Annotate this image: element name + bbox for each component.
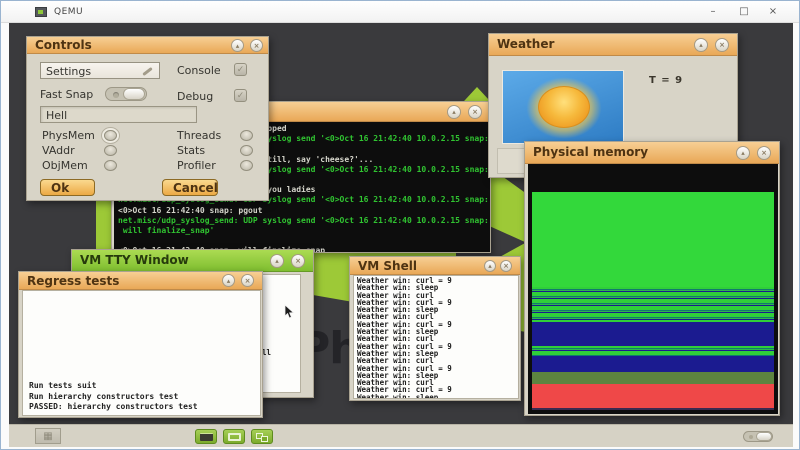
vm-shell-window: VM Shell ▴ × Weather win: curl = 9Weathe… xyxy=(349,256,521,401)
console-checkbox[interactable]: ✓ xyxy=(234,63,247,76)
console-label: Console xyxy=(177,64,221,77)
close-button[interactable]: × xyxy=(761,3,785,20)
close-icon[interactable]: × xyxy=(250,39,263,52)
terminal-line: will finalize_snap' xyxy=(118,226,486,236)
minimize-icon[interactable]: ▴ xyxy=(270,254,284,268)
taskbar-terminal-button[interactable] xyxy=(195,429,217,444)
text-input[interactable]: Hell xyxy=(40,106,197,123)
minimize-icon[interactable]: ▴ xyxy=(694,38,708,52)
profiler-label: Profiler xyxy=(177,159,216,172)
temperature-value: T = 9 xyxy=(649,75,683,86)
stats-label: Stats xyxy=(177,144,205,157)
physical-memory-content: View: threads state windows profile ? = … xyxy=(528,164,778,414)
apps-menu-button[interactable]: ▦ xyxy=(35,428,61,444)
terminal-line: <0>Oct 16 21:42:40 snap: pgout xyxy=(118,206,486,216)
objmem-radio[interactable] xyxy=(104,160,117,171)
controls-title: Controls xyxy=(35,38,92,52)
minimize-icon[interactable]: ▴ xyxy=(447,105,461,119)
taskbar-windows-button[interactable] xyxy=(251,429,273,444)
memory-band xyxy=(532,384,774,408)
fast-snap-toggle[interactable] xyxy=(105,87,147,101)
ok-button[interactable]: Ok xyxy=(40,179,95,196)
guest-desktop: Ph ▴ × <0>Oct 16 21:42:40 snap: vm stopp… xyxy=(9,23,793,447)
close-icon[interactable]: × xyxy=(241,274,254,287)
settings-dropdown-value: Settings xyxy=(46,65,91,78)
debug-checkbox[interactable]: ✓ xyxy=(234,89,247,102)
toggle-off-dot xyxy=(749,435,753,439)
terminal-line: net.misc/udp_syslog_send: UDP syslog sen… xyxy=(118,216,486,226)
profiler-radio[interactable] xyxy=(240,160,253,171)
vm-shell-titlebar[interactable]: VM Shell ▴ × xyxy=(350,257,520,275)
toggle-off-dot xyxy=(113,92,119,98)
vm-tty-titlebar[interactable]: VM TTY Window ▴ × xyxy=(72,250,313,272)
terminal-line: Run hierarchy constructors test xyxy=(29,392,198,402)
memory-band xyxy=(532,287,774,322)
taskbar: ▦ xyxy=(9,424,793,447)
memory-map xyxy=(532,192,774,410)
vm-tty-title: VM TTY Window xyxy=(80,253,189,267)
debug-label: Debug xyxy=(177,90,213,103)
physmem-label: PhysMem xyxy=(42,129,95,142)
memory-band xyxy=(532,372,774,384)
regress-title: Regress tests xyxy=(27,274,119,288)
threads-radio[interactable] xyxy=(240,130,253,141)
regress-titlebar[interactable]: Regress tests ▴ × xyxy=(19,272,262,290)
mouse-cursor xyxy=(284,304,295,320)
toggle-knob[interactable] xyxy=(756,432,772,441)
regress-content: Run tests suitRun hierarchy constructors… xyxy=(22,290,261,416)
minimize-icon[interactable]: ▴ xyxy=(484,260,496,272)
vm-shell-output: Weather win: curl = 9Weather win: sleepW… xyxy=(353,275,519,399)
terminal-icon xyxy=(200,433,213,441)
settings-dropdown[interactable]: Settings xyxy=(40,62,160,79)
weather-title: Weather xyxy=(497,37,554,51)
taskbar-window-button[interactable] xyxy=(223,429,245,444)
physmem-radio[interactable] xyxy=(104,130,117,141)
memory-band xyxy=(532,322,774,346)
minimize-icon[interactable]: ▴ xyxy=(736,146,750,160)
qemu-window: QEMU – □ × Ph ▴ × <0>Oct 16 21:42:40 sna… xyxy=(0,0,800,450)
qemu-app-icon xyxy=(35,7,47,17)
wrench-icon xyxy=(142,67,153,76)
weather-sun-panel xyxy=(502,70,624,144)
vaddr-radio[interactable] xyxy=(104,145,117,156)
close-icon[interactable]: × xyxy=(500,260,512,272)
minimize-icon[interactable]: ▴ xyxy=(231,39,244,52)
regress-tests-window: Regress tests ▴ × Run tests suitRun hier… xyxy=(18,271,263,418)
minimize-button[interactable]: – xyxy=(701,3,725,20)
objmem-label: ObjMem xyxy=(42,159,88,172)
close-icon[interactable]: × xyxy=(468,105,482,119)
minimize-icon[interactable]: ▴ xyxy=(222,274,235,287)
threads-label: Threads xyxy=(177,129,221,142)
controls-window: Controls ▴ × Settings Console ✓ Fast Sna… xyxy=(26,36,269,201)
controls-titlebar[interactable]: Controls ▴ × xyxy=(27,37,268,54)
qemu-titlebar[interactable]: QEMU – □ × xyxy=(1,1,799,23)
close-icon[interactable]: × xyxy=(757,146,771,160)
terminal-line: Weather win: sleep xyxy=(357,394,515,399)
terminal-line xyxy=(118,236,486,246)
qemu-window-title: QEMU xyxy=(54,7,83,17)
toggle-knob[interactable] xyxy=(123,88,145,100)
close-icon[interactable]: × xyxy=(715,38,729,52)
physical-memory-window: Physical memory ▴ × View: threads state … xyxy=(524,141,780,416)
memory-band xyxy=(532,346,774,356)
memory-band xyxy=(532,192,774,287)
maximize-button[interactable]: □ xyxy=(732,3,756,20)
close-icon[interactable]: × xyxy=(291,254,305,268)
physical-memory-title: Physical memory xyxy=(533,145,648,159)
window-icon xyxy=(228,433,241,441)
terminal-line: Run tests suit xyxy=(29,381,198,391)
vaddr-label: VAddr xyxy=(42,144,75,157)
stats-radio[interactable] xyxy=(240,145,253,156)
weather-titlebar[interactable]: Weather ▴ × xyxy=(489,34,737,56)
taskbar-toggle[interactable] xyxy=(743,431,773,442)
sun-icon xyxy=(538,86,590,128)
memory-band xyxy=(532,356,774,372)
memory-band xyxy=(532,408,774,410)
cancel-button[interactable]: Cancel xyxy=(162,179,218,196)
fast-snap-label: Fast Snap xyxy=(40,88,93,101)
vm-shell-title: VM Shell xyxy=(358,259,417,273)
physical-memory-titlebar[interactable]: Physical memory ▴ × xyxy=(525,142,779,164)
regress-output: Run tests suitRun hierarchy constructors… xyxy=(29,381,198,412)
terminal-line: PASSED: hierarchy constructors test xyxy=(29,402,198,412)
